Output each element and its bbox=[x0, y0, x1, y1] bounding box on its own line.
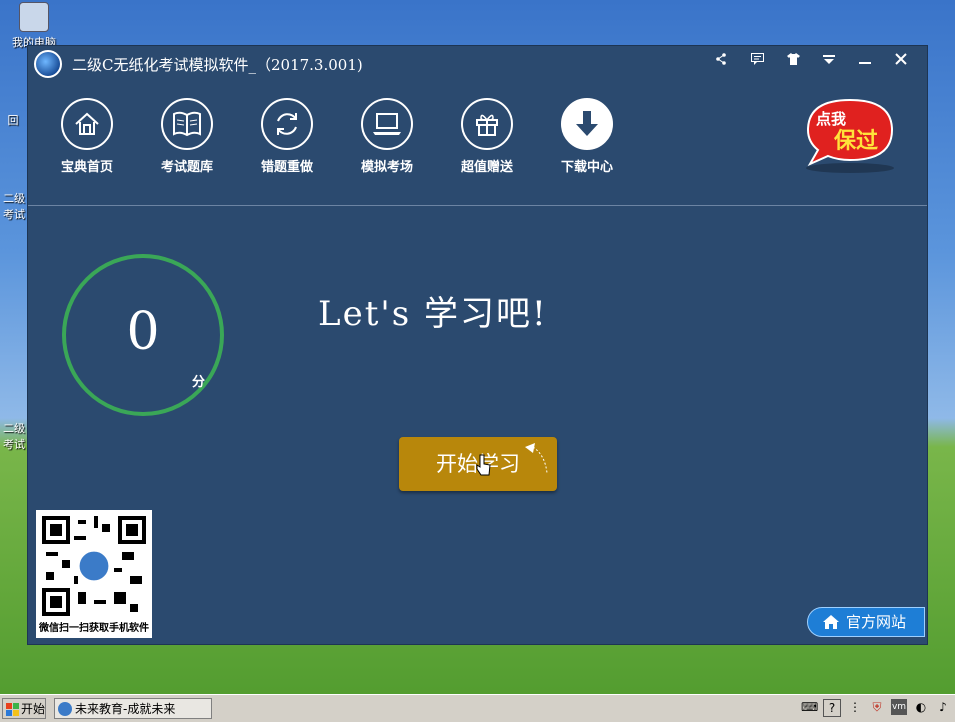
minimize-icon[interactable] bbox=[847, 52, 883, 72]
score-ring: 0 分 bbox=[62, 254, 224, 416]
desktop-icon-label: 考试 bbox=[3, 438, 25, 451]
help-icon[interactable]: ? bbox=[823, 699, 841, 717]
score-value: 0 bbox=[126, 302, 160, 362]
desktop-icon-label: 考试 bbox=[3, 208, 25, 221]
system-tray: ⌨ ? ⋮ ⛨ vm ◐ ♪ bbox=[801, 699, 951, 717]
cursor-icon bbox=[476, 454, 491, 476]
laptop-icon bbox=[361, 98, 413, 150]
nav-item-question-bank[interactable]: 考试题库 bbox=[147, 98, 227, 175]
nav-item-redo-errors[interactable]: 错题重做 bbox=[247, 98, 327, 175]
nav-item-label: 宝典首页 bbox=[60, 160, 113, 175]
nav-item-label: 模拟考场 bbox=[360, 160, 413, 175]
desktop-icon-recycle[interactable]: 回 bbox=[0, 112, 26, 128]
nav-item-label: 超值赠送 bbox=[460, 160, 513, 175]
nav-item-label: 下载中心 bbox=[560, 160, 613, 175]
home-icon bbox=[823, 615, 839, 629]
message-icon[interactable] bbox=[739, 52, 775, 72]
nav-item-label: 考试题库 bbox=[160, 160, 213, 175]
score-unit: 分 bbox=[192, 375, 206, 390]
network-icon[interactable]: ◐ bbox=[913, 699, 929, 715]
qr-code-icon bbox=[42, 516, 146, 616]
windows-logo-icon bbox=[6, 703, 19, 716]
start-button[interactable]: 开始 bbox=[2, 698, 46, 719]
nav-item-label: 错题重做 bbox=[260, 160, 313, 175]
official-site-button[interactable]: 官方网站 bbox=[807, 607, 925, 637]
main-nav: 宝典首页 考试题库 错题重做 模拟考场 超值赠送 下载中心 bbox=[28, 98, 927, 208]
speaker-icon[interactable]: ♪ bbox=[935, 699, 951, 715]
official-site-label: 官方网站 bbox=[846, 613, 907, 631]
shield-icon[interactable]: ⛨ bbox=[869, 699, 885, 715]
promo-line-2: 保过 bbox=[833, 129, 878, 154]
desktop-icon-label: 二级 bbox=[3, 422, 25, 435]
taskbar-item[interactable]: 未来教育-成就未来 bbox=[54, 698, 212, 719]
window-title: 二级C无纸化考试模拟软件_（2017.3.001) bbox=[72, 56, 363, 74]
taskbar: 开始 未来教育-成就未来 ⌨ ? ⋮ ⛨ vm ◐ ♪ bbox=[0, 694, 955, 722]
nav-item-gifts[interactable]: 超值赠送 bbox=[447, 98, 527, 175]
desktop-icon-label: 二级 bbox=[3, 192, 25, 205]
start-learning-button[interactable]: 开始学习 bbox=[399, 437, 557, 491]
arrow-hint-icon bbox=[525, 443, 548, 474]
promo-badge[interactable]: 点我 保过 bbox=[798, 94, 902, 176]
titlebar-controls bbox=[703, 52, 919, 72]
nav-item-mock-exam[interactable]: 模拟考场 bbox=[347, 98, 427, 175]
desktop-icon-label: 回 bbox=[7, 114, 19, 127]
qr-caption: 微信扫一扫获取手机软件 bbox=[39, 623, 149, 634]
home-icon bbox=[61, 98, 113, 150]
start-label: 开始 bbox=[21, 702, 46, 716]
desktop-icon-exam-1[interactable]: 二级 考试 bbox=[0, 190, 28, 222]
app-window: 二级C无纸化考试模拟软件_（2017.3.001) 宝典首页 考试题库 错题重做… bbox=[27, 45, 928, 645]
promo-line-1: 点我 bbox=[816, 110, 846, 128]
refresh-icon bbox=[261, 98, 313, 150]
desktop-icon-my-computer[interactable]: 我的电脑 bbox=[6, 2, 62, 50]
app-logo-icon bbox=[58, 702, 72, 716]
computer-icon bbox=[19, 2, 49, 32]
share-icon[interactable] bbox=[703, 52, 739, 72]
keyboard-icon[interactable]: ⌨ bbox=[801, 699, 818, 715]
titlebar[interactable]: 二级C无纸化考试模拟软件_（2017.3.001) bbox=[28, 46, 927, 78]
tray-scroll-icon[interactable]: ⋮ bbox=[847, 699, 863, 715]
qr-code-panel: 微信扫一扫获取手机软件 bbox=[36, 510, 152, 638]
app-logo-icon bbox=[34, 50, 62, 78]
nav-item-downloads[interactable]: 下载中心 bbox=[547, 98, 627, 175]
nav-divider bbox=[28, 205, 927, 206]
vm-icon[interactable]: vm bbox=[891, 699, 907, 715]
download-icon bbox=[561, 98, 613, 150]
headline: Let's 学习吧! bbox=[318, 294, 548, 334]
desktop-icon-exam-2[interactable]: 二级 考试 bbox=[0, 420, 28, 452]
dropdown-icon[interactable] bbox=[811, 52, 847, 72]
book-icon bbox=[161, 98, 213, 150]
close-icon[interactable] bbox=[883, 52, 919, 72]
taskbar-item-label: 未来教育-成就未来 bbox=[75, 702, 176, 716]
shirt-icon[interactable] bbox=[775, 52, 811, 72]
nav-item-home[interactable]: 宝典首页 bbox=[47, 98, 127, 175]
gift-icon bbox=[461, 98, 513, 150]
